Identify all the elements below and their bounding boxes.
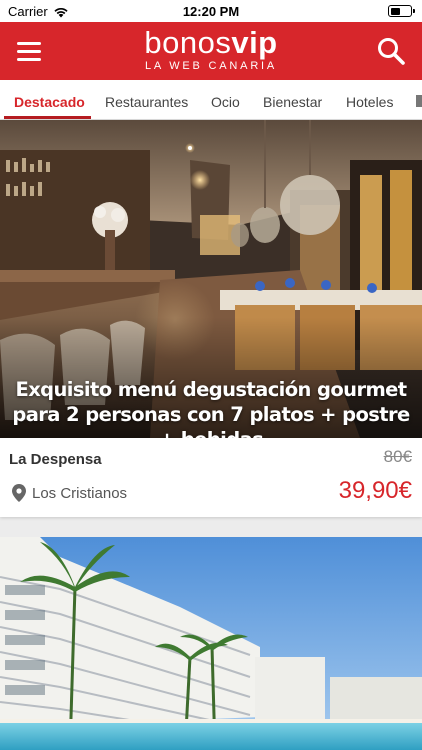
offer-price: 39,90€ (338, 477, 412, 504)
active-tab-indicator (4, 116, 91, 119)
category-tabs: Destacado Restaurantes Ocio Bienestar Ho… (0, 80, 422, 120)
venue-name: La Despensa (9, 451, 102, 468)
location-label: Los Cristianos (32, 484, 128, 502)
location-pin-icon (12, 484, 26, 502)
tab-restaurantes[interactable]: Restaurantes (105, 80, 188, 119)
search-icon (378, 38, 405, 65)
app-header: bonosvip LA WEB CANARIA (0, 22, 422, 80)
search-button[interactable] (376, 36, 406, 66)
tab-destacado[interactable]: Destacado (14, 80, 85, 119)
tab-bienestar[interactable]: Bienestar (263, 80, 322, 119)
battery-icon (388, 5, 415, 17)
offer-card[interactable]: Exquisito menú degustación gourmet para … (0, 120, 422, 517)
hotel-photo (0, 537, 422, 750)
tab-hoteles[interactable]: Hoteles (346, 80, 393, 119)
logo-wordmark: bonosvip (144, 25, 278, 60)
offer-card[interactable] (0, 537, 422, 750)
status-bar: Carrier 12:20 PM (0, 0, 422, 22)
location: Los Cristianos (12, 484, 127, 502)
tab-overflow-hint (416, 95, 422, 107)
clock: 12:20 PM (182, 4, 240, 19)
tab-ocio[interactable]: Ocio (211, 80, 240, 119)
offer-image: Exquisito menú degustación gourmet para … (0, 120, 422, 438)
brand-logo[interactable]: bonosvip LA WEB CANARIA (0, 25, 422, 73)
original-price: 80€ (383, 447, 412, 466)
offer-title: Exquisito menú degustación gourmet para … (12, 378, 410, 438)
logo-tagline: LA WEB CANARIA (144, 60, 278, 72)
